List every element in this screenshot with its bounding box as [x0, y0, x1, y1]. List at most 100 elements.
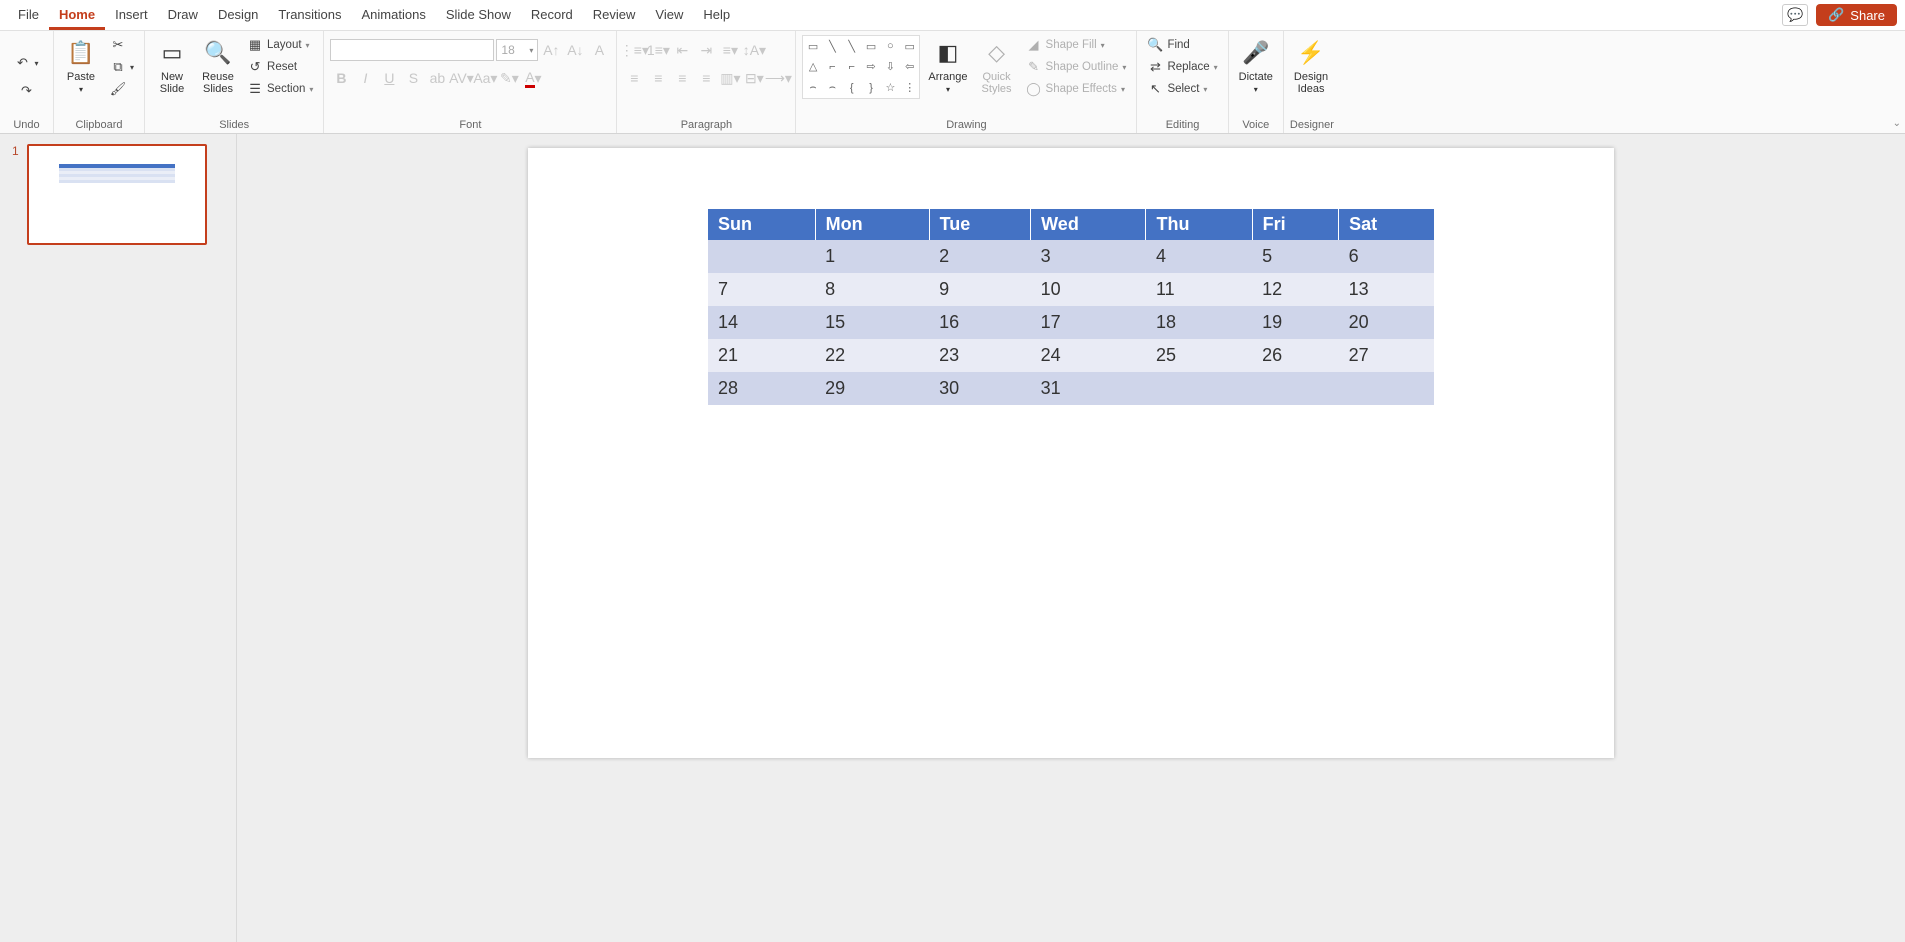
tab-slideshow[interactable]: Slide Show: [436, 1, 521, 30]
table-cell[interactable]: 7: [708, 273, 815, 306]
table-cell[interactable]: 4: [1146, 240, 1252, 273]
highlight-icon[interactable]: ✎▾: [498, 67, 520, 89]
replace-button[interactable]: ⇄Replace: [1143, 57, 1221, 77]
col-wed[interactable]: Wed: [1031, 209, 1146, 240]
tab-view[interactable]: View: [645, 1, 693, 30]
slide-thumbnails-panel[interactable]: 1: [0, 134, 237, 942]
tab-design[interactable]: Design: [208, 1, 268, 30]
align-center-icon[interactable]: ≡: [647, 67, 669, 89]
line-spacing-icon[interactable]: ≡▾: [719, 39, 741, 61]
text-direction-icon[interactable]: ↕A▾: [743, 39, 765, 61]
tab-transitions[interactable]: Transitions: [268, 1, 351, 30]
align-right-icon[interactable]: ≡: [671, 67, 693, 89]
shape-outline-button[interactable]: ✎Shape Outline: [1022, 57, 1131, 77]
italic-icon[interactable]: I: [354, 67, 376, 89]
undo-button[interactable]: ↶▾: [10, 53, 42, 73]
slide[interactable]: Sun Mon Tue Wed Thu Fri Sat 123456789101…: [528, 148, 1614, 758]
increase-indent-icon[interactable]: ⇥: [695, 39, 717, 61]
collapse-ribbon-icon[interactable]: ⌄: [1893, 118, 1901, 129]
table-cell[interactable]: [1339, 372, 1434, 405]
table-cell[interactable]: 2: [929, 240, 1031, 273]
increase-font-icon[interactable]: A↑: [540, 39, 562, 61]
table-cell[interactable]: [708, 240, 815, 273]
slide-thumbnail-1[interactable]: [27, 144, 207, 245]
reuse-slides-button[interactable]: 🔍 Reuse Slides: [197, 35, 239, 97]
table-cell[interactable]: 31: [1031, 372, 1146, 405]
align-text-icon[interactable]: ⊟▾: [743, 67, 765, 89]
col-tue[interactable]: Tue: [929, 209, 1031, 240]
align-left-icon[interactable]: ≡: [623, 67, 645, 89]
table-cell[interactable]: 1: [815, 240, 929, 273]
tab-home[interactable]: Home: [49, 1, 105, 30]
arrange-button[interactable]: ◧ Arrange▾: [924, 35, 971, 98]
shadow-icon[interactable]: ab: [426, 67, 448, 89]
col-sat[interactable]: Sat: [1339, 209, 1434, 240]
table-cell[interactable]: 16: [929, 306, 1031, 339]
table-cell[interactable]: 18: [1146, 306, 1252, 339]
col-thu[interactable]: Thu: [1146, 209, 1252, 240]
redo-button[interactable]: ↷: [15, 81, 39, 101]
col-sun[interactable]: Sun: [708, 209, 815, 240]
table-cell[interactable]: 26: [1252, 339, 1339, 372]
new-slide-button[interactable]: ▭ New Slide: [151, 35, 193, 97]
decrease-font-icon[interactable]: A↓: [564, 39, 586, 61]
table-cell[interactable]: 19: [1252, 306, 1339, 339]
change-case-icon[interactable]: Aa▾: [474, 67, 496, 89]
table-cell[interactable]: 3: [1031, 240, 1146, 273]
select-button[interactable]: ↖Select: [1143, 79, 1221, 99]
smartart-icon[interactable]: ⟶▾: [767, 67, 789, 89]
shapes-gallery[interactable]: ▭╲╲▭○▭ △⌐⌐⇨⇩⇦ ⌢⌢{}☆⋮: [802, 35, 920, 99]
calendar-table[interactable]: Sun Mon Tue Wed Thu Fri Sat 123456789101…: [708, 209, 1434, 405]
table-cell[interactable]: 27: [1339, 339, 1434, 372]
font-name-input[interactable]: [330, 39, 494, 61]
strike-icon[interactable]: S: [402, 67, 424, 89]
layout-button[interactable]: ▦Layout: [243, 35, 317, 55]
decrease-indent-icon[interactable]: ⇤: [671, 39, 693, 61]
cut-button[interactable]: ✂: [106, 35, 138, 55]
bold-icon[interactable]: B: [330, 67, 352, 89]
justify-icon[interactable]: ≡: [695, 67, 717, 89]
col-mon[interactable]: Mon: [815, 209, 929, 240]
table-cell[interactable]: 12: [1252, 273, 1339, 306]
tab-record[interactable]: Record: [521, 1, 583, 30]
find-button[interactable]: 🔍Find: [1143, 35, 1221, 55]
table-cell[interactable]: 17: [1031, 306, 1146, 339]
reset-button[interactable]: ↺Reset: [243, 57, 317, 77]
table-cell[interactable]: 8: [815, 273, 929, 306]
slide-canvas-area[interactable]: Sun Mon Tue Wed Thu Fri Sat 123456789101…: [237, 134, 1905, 942]
col-fri[interactable]: Fri: [1252, 209, 1339, 240]
table-cell[interactable]: 6: [1339, 240, 1434, 273]
table-cell[interactable]: 23: [929, 339, 1031, 372]
table-cell[interactable]: 29: [815, 372, 929, 405]
shape-effects-button[interactable]: ◯Shape Effects: [1022, 79, 1131, 99]
table-cell[interactable]: 24: [1031, 339, 1146, 372]
section-button[interactable]: ☰Section: [243, 79, 317, 99]
tab-help[interactable]: Help: [693, 1, 740, 30]
table-cell[interactable]: 10: [1031, 273, 1146, 306]
bullets-icon[interactable]: ⋮≡▾: [623, 39, 645, 61]
table-cell[interactable]: 15: [815, 306, 929, 339]
font-color-icon[interactable]: A▾: [522, 67, 544, 89]
design-ideas-button[interactable]: ⚡ Design Ideas: [1290, 35, 1332, 97]
tab-file[interactable]: File: [8, 1, 49, 30]
tab-review[interactable]: Review: [583, 1, 646, 30]
table-cell[interactable]: 14: [708, 306, 815, 339]
tab-draw[interactable]: Draw: [158, 1, 208, 30]
shape-fill-button[interactable]: ◢Shape Fill: [1022, 35, 1131, 55]
table-cell[interactable]: 11: [1146, 273, 1252, 306]
table-cell[interactable]: 22: [815, 339, 929, 372]
dictate-button[interactable]: 🎤 Dictate▾: [1235, 35, 1277, 98]
table-cell[interactable]: 13: [1339, 273, 1434, 306]
tab-animations[interactable]: Animations: [352, 1, 436, 30]
clear-formatting-icon[interactable]: A: [588, 39, 610, 61]
table-cell[interactable]: 20: [1339, 306, 1434, 339]
format-painter-button[interactable]: 🖌: [106, 79, 138, 99]
table-cell[interactable]: 25: [1146, 339, 1252, 372]
copy-button[interactable]: ⧉▾: [106, 57, 138, 77]
char-spacing-icon[interactable]: AV▾: [450, 67, 472, 89]
table-cell[interactable]: 21: [708, 339, 815, 372]
table-cell[interactable]: 30: [929, 372, 1031, 405]
table-cell[interactable]: 5: [1252, 240, 1339, 273]
numbering-icon[interactable]: 1≡▾: [647, 39, 669, 61]
share-button[interactable]: 🔗Share: [1816, 4, 1897, 26]
